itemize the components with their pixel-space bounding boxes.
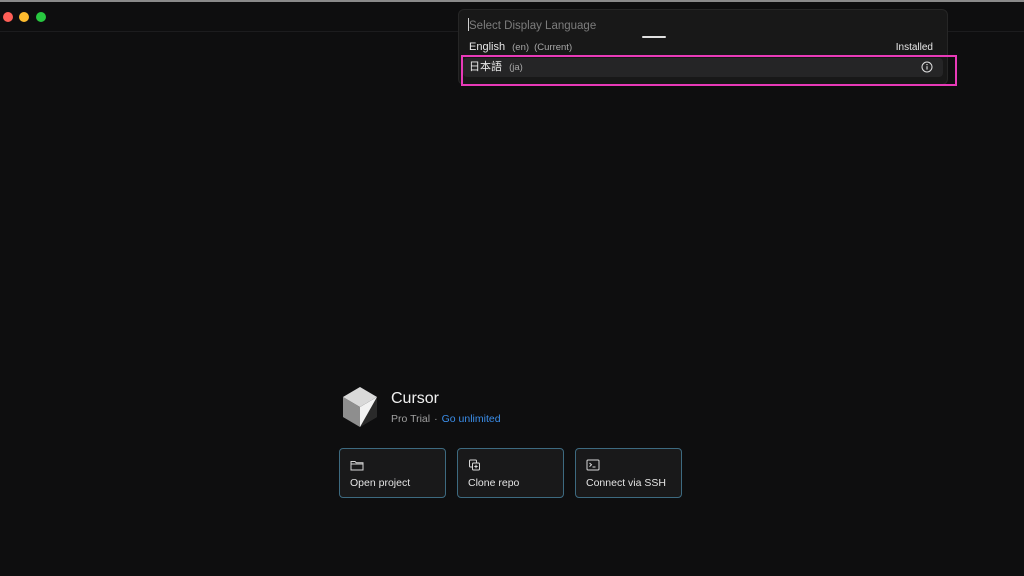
- close-window-button[interactable]: [3, 12, 13, 22]
- language-search-input[interactable]: Select Display Language: [468, 16, 938, 36]
- connect-via-ssh-button[interactable]: Connect via SSH: [575, 448, 682, 498]
- maximize-window-button[interactable]: [36, 12, 46, 22]
- minimize-window-button[interactable]: [19, 12, 29, 22]
- plan-separator: ·: [434, 413, 438, 425]
- terminal-icon: [586, 459, 600, 471]
- language-option-note: (Current): [534, 42, 573, 53]
- app-branding: Cursor Pro Trial · Go unlimited: [341, 386, 581, 430]
- folder-icon: [350, 461, 364, 471]
- go-unlimited-link[interactable]: Go unlimited: [442, 413, 501, 425]
- plan-line: Pro Trial · Go unlimited: [391, 412, 501, 426]
- clone-repo-button[interactable]: Clone repo: [457, 448, 564, 498]
- plan-label: Pro Trial: [391, 413, 431, 425]
- selection-highlight-annotation: [461, 55, 957, 86]
- language-search-placeholder: Select Display Language: [469, 20, 597, 32]
- app-window: Select Display Language English (en) (Cu…: [0, 0, 1024, 576]
- clone-repo-label: Clone repo: [468, 477, 520, 489]
- connect-via-ssh-label: Connect via SSH: [586, 477, 666, 489]
- clone-icon: [469, 459, 480, 471]
- app-name: Cursor: [391, 390, 440, 407]
- cursor-logo-icon: [343, 387, 377, 427]
- language-option-label: English: [469, 41, 506, 53]
- open-project-button[interactable]: Open project: [339, 448, 446, 498]
- open-project-label: Open project: [350, 477, 411, 489]
- language-option-code: (en): [512, 42, 530, 53]
